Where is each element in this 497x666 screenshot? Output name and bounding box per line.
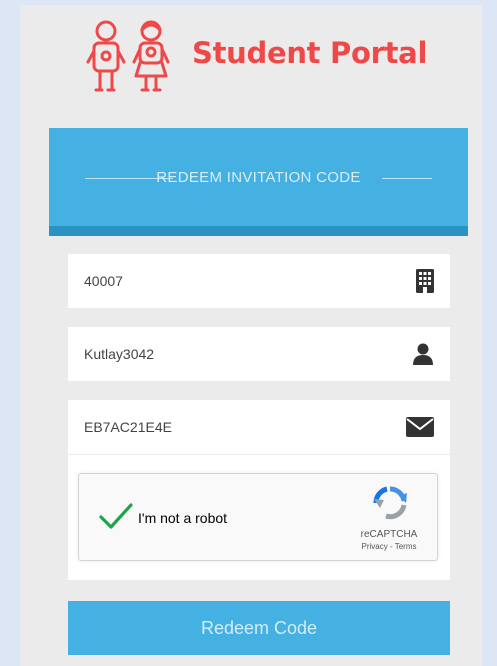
panel-header: REDEEM INVITATION CODE	[49, 128, 468, 236]
captcha-label: I'm not a robot	[138, 510, 228, 526]
invitation-code-field[interactable]: EB7AC21E4E	[68, 400, 450, 454]
captcha-checkbox[interactable]	[99, 502, 133, 535]
recaptcha-logo-icon	[372, 486, 408, 525]
brand-logo	[80, 18, 180, 98]
school-code-field[interactable]: 40007	[68, 254, 450, 308]
captcha-brand: reCAPTCHA	[360, 529, 418, 540]
username-field[interactable]: Kutlay3042	[68, 327, 450, 381]
envelope-icon	[406, 417, 434, 437]
checkmark-icon	[99, 503, 133, 529]
building-icon	[416, 269, 434, 293]
redeem-panel: REDEEM INVITATION CODE	[49, 128, 468, 666]
username-value: Kutlay3042	[84, 346, 155, 362]
invitation-code-value: EB7AC21E4E	[84, 419, 172, 435]
brand-title: Student Portal	[192, 36, 428, 70]
recaptcha-widget: I'm not a robot reCAPTCHA Privacy - Term…	[78, 473, 438, 561]
kids-icon	[86, 20, 170, 92]
school-code-value: 40007	[84, 273, 123, 289]
header-divider-right	[382, 178, 432, 179]
redeem-code-button[interactable]: Redeem Code	[68, 601, 450, 655]
captcha-privacy-terms-link[interactable]: Privacy - Terms	[343, 542, 435, 551]
user-icon	[412, 343, 434, 365]
